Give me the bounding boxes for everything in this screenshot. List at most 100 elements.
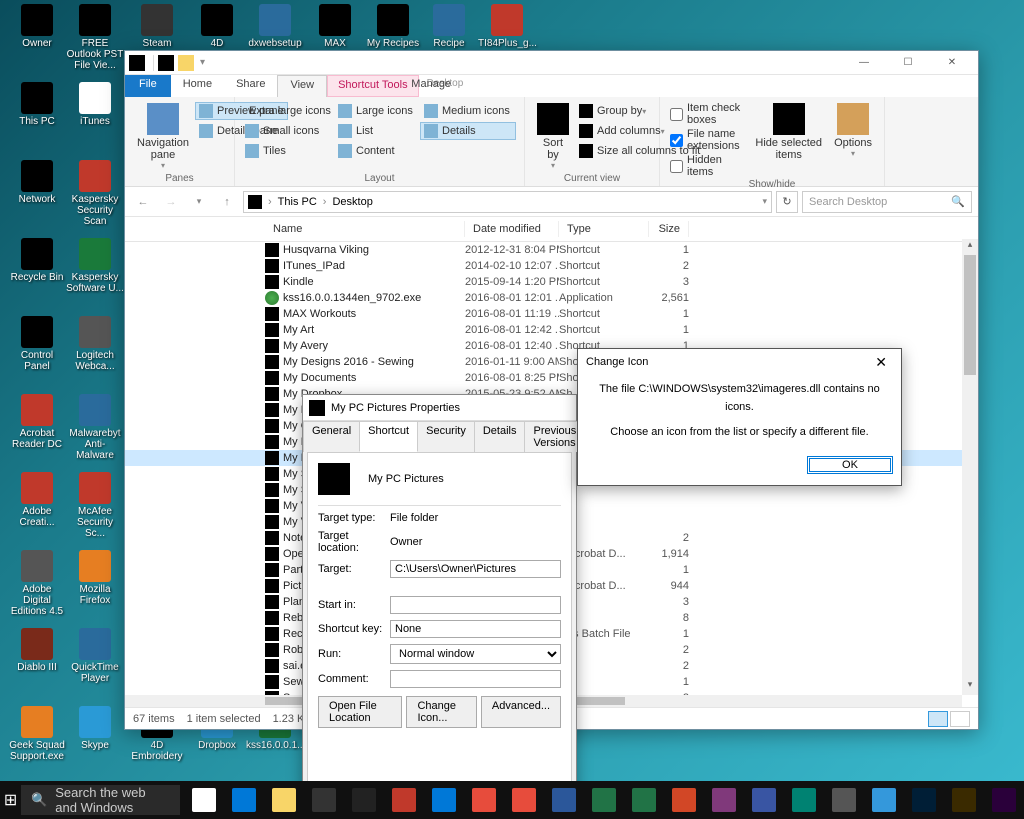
start-in-input[interactable] <box>390 596 561 614</box>
sort-by-button[interactable]: Sort by▾ <box>531 101 575 172</box>
target-input[interactable] <box>390 560 561 578</box>
tab-home[interactable]: Home <box>171 75 224 97</box>
hidden-items[interactable]: Hidden items <box>666 153 749 179</box>
change-icon-titlebar[interactable]: Change Icon ✕ <box>578 349 901 375</box>
list-view[interactable]: List <box>334 122 420 140</box>
refresh-button[interactable]: ↻ <box>776 191 798 213</box>
desktop-icon[interactable]: Network <box>8 160 66 205</box>
properties-titlebar[interactable]: My PC Pictures Properties <box>303 395 576 421</box>
comment-input[interactable] <box>390 670 561 688</box>
small-icons[interactable]: Small icons <box>241 122 334 140</box>
file-row[interactable]: ITunes_IPad 2014-02-10 12:07 ... Shortcu… <box>125 258 978 274</box>
shortcut-key-input[interactable] <box>390 620 561 638</box>
desktop-icon[interactable]: TI84Plus_g... <box>478 4 536 49</box>
taskbar-task-view[interactable] <box>184 781 224 819</box>
ok-button[interactable]: OK <box>807 456 893 474</box>
change-icon-button[interactable]: Change Icon... <box>406 696 476 728</box>
details-view-button[interactable] <box>928 711 948 727</box>
col-date[interactable]: Date modified <box>465 221 559 237</box>
desktop-icon[interactable]: FREE Outlook PST File Vie... <box>66 4 124 71</box>
hide-selected-button[interactable]: Hide selected items <box>749 101 828 179</box>
tiles-view[interactable]: Tiles <box>241 142 334 160</box>
taskbar-search[interactable]: 🔍 Search the web and Windows <box>21 785 180 815</box>
desktop-icon[interactable]: McAfee Security Sc... <box>66 472 124 539</box>
taskbar-bridge[interactable] <box>944 781 984 819</box>
taskbar-chrome[interactable] <box>464 781 504 819</box>
forward-button[interactable]: → <box>159 190 183 214</box>
desktop-icon[interactable]: This PC <box>8 82 66 127</box>
taskbar-powerpoint[interactable] <box>664 781 704 819</box>
desktop-icon[interactable]: Owner <box>8 4 66 49</box>
taskbar-opera[interactable] <box>504 781 544 819</box>
tab-manage[interactable]: Manage <box>399 75 463 97</box>
tab-general[interactable]: General <box>303 421 360 452</box>
tab-details[interactable]: Details <box>474 421 526 452</box>
col-name[interactable]: Name <box>265 221 465 237</box>
desktop-icon[interactable]: Geek Squad Support.exe <box>8 706 66 762</box>
taskbar-excel[interactable] <box>624 781 664 819</box>
taskbar-store[interactable] <box>304 781 344 819</box>
taskbar-edge[interactable] <box>224 781 264 819</box>
close-button[interactable]: ✕ <box>869 354 893 371</box>
desktop-icon[interactable]: Skype <box>66 706 124 751</box>
item-check-boxes[interactable]: Item check boxes <box>666 101 749 127</box>
desktop-icon[interactable]: My Recipes <box>364 4 422 49</box>
search-input[interactable]: Search Desktop 🔍 <box>802 191 972 213</box>
scroll-down[interactable]: ▾ <box>962 679 978 695</box>
breadcrumb[interactable]: › This PC › Desktop ▾ <box>243 191 772 213</box>
extra-large-icons[interactable]: Extra large icons <box>241 102 334 120</box>
file-row[interactable]: Husqvarna Viking 2012-12-31 8:04 PM Shor… <box>125 242 978 258</box>
desktop-icon[interactable]: Kaspersky Software U... <box>66 238 124 294</box>
taskbar-excel-a[interactable] <box>584 781 624 819</box>
taskbar-quicktime[interactable] <box>864 781 904 819</box>
desktop-icon[interactable]: QuickTime Player <box>66 628 124 684</box>
advanced-button[interactable]: Advanced... <box>481 696 561 728</box>
desktop-icon[interactable]: Control Panel <box>8 316 66 372</box>
close-button[interactable]: ✕ <box>930 51 974 75</box>
desktop-icon[interactable]: Malwarebyt Anti-Malware <box>66 394 124 461</box>
qat-icon[interactable] <box>158 55 174 71</box>
desktop-icon[interactable]: Adobe Creati... <box>8 472 66 528</box>
tab-shortcut[interactable]: Shortcut <box>359 421 418 452</box>
desktop-icon[interactable]: Adobe Digital Editions 4.5 <box>8 550 66 617</box>
crumb-this-pc[interactable]: This PC <box>274 196 321 208</box>
recent-button[interactable]: ▾ <box>187 190 211 214</box>
desktop-icon[interactable]: Recycle Bin <box>8 238 66 283</box>
desktop-icon[interactable]: Logitech Webca... <box>66 316 124 372</box>
col-type[interactable]: Type <box>559 221 649 237</box>
run-select[interactable]: Normal window <box>390 644 561 664</box>
taskbar-premiere[interactable] <box>984 781 1024 819</box>
minimize-button[interactable]: — <box>842 51 886 75</box>
desktop-icon[interactable]: Kaspersky Security Scan <box>66 160 124 227</box>
file-row[interactable]: My Art 2016-08-01 12:42 ... Shortcut 1 <box>125 322 978 338</box>
thumbnails-view-button[interactable] <box>950 711 970 727</box>
file-row[interactable]: kss16.0.0.1344en_9702.exe 2016-08-01 12:… <box>125 290 978 306</box>
taskbar-explorer[interactable] <box>264 781 304 819</box>
scroll-thumb[interactable] <box>964 255 976 375</box>
desktop-icon[interactable]: Steam <box>128 4 186 49</box>
col-size[interactable]: Size <box>649 221 689 237</box>
file-row[interactable]: Kindle 2015-09-14 1:20 PM Shortcut 3 <box>125 274 978 290</box>
open-file-location-button[interactable]: Open File Location <box>318 696 402 728</box>
vertical-scrollbar[interactable]: ▴ ▾ <box>962 239 978 695</box>
column-headers[interactable]: Name Date modified Type Size <box>125 217 978 242</box>
titlebar[interactable]: ▾ — ☐ ✕ <box>125 51 978 75</box>
tab-file[interactable]: File <box>125 75 171 97</box>
content-view[interactable]: Content <box>334 142 420 160</box>
taskbar-app2[interactable] <box>824 781 864 819</box>
medium-icons[interactable]: Medium icons <box>420 102 516 120</box>
maximize-button[interactable]: ☐ <box>886 51 930 75</box>
desktop-icon[interactable]: Recipe <box>420 4 478 49</box>
taskbar-mail[interactable] <box>424 781 464 819</box>
details-view[interactable]: Details <box>420 122 516 140</box>
file-extensions[interactable]: File name extensions <box>666 127 749 153</box>
desktop-icon[interactable]: iTunes <box>66 82 124 127</box>
taskbar-photoshop[interactable] <box>904 781 944 819</box>
up-button[interactable]: ↑ <box>215 190 239 214</box>
desktop-icon[interactable]: Mozilla Firefox <box>66 550 124 606</box>
desktop-icon[interactable]: Diablo III <box>8 628 66 673</box>
desktop-icon[interactable]: 4D <box>188 4 246 49</box>
taskbar-onenote[interactable] <box>704 781 744 819</box>
taskbar-visio[interactable] <box>744 781 784 819</box>
start-button[interactable]: ⊞ <box>0 781 21 819</box>
